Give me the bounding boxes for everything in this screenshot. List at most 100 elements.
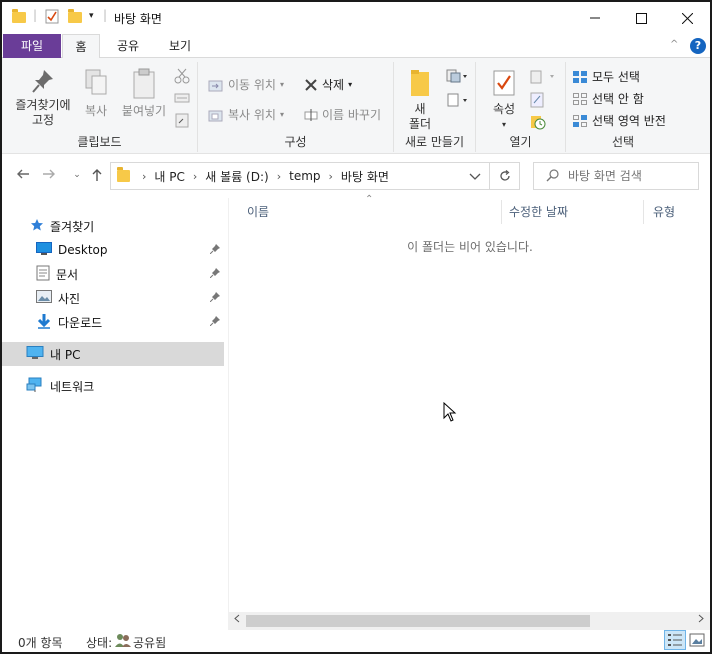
paste-shortcut-icon[interactable] — [174, 112, 190, 131]
pin-quick-access-button[interactable]: 즐겨찾기에 고정 — [8, 68, 78, 128]
properties-label: 속성 — [492, 102, 516, 116]
scroll-right-icon[interactable] — [692, 612, 710, 630]
copy-to-button[interactable]: 복사 위치 ▾ — [208, 106, 284, 123]
select-none-button[interactable]: 선택 안 함 — [572, 90, 644, 107]
sort-ascending-icon: ⌃ — [365, 194, 374, 205]
column-divider[interactable] — [643, 200, 644, 224]
back-button[interactable] — [14, 168, 32, 184]
back-arrow-icon — [17, 169, 29, 179]
select-all-button[interactable]: 모두 선택 — [572, 68, 640, 85]
details-view-button[interactable] — [664, 630, 686, 650]
refresh-button[interactable] — [490, 162, 520, 190]
tab-share[interactable]: 공유 — [108, 34, 148, 58]
recent-locations-icon[interactable]: ⌄ — [68, 170, 86, 180]
delete-button[interactable]: 삭제 ▾ — [304, 76, 352, 93]
help-icon[interactable]: ? — [690, 38, 706, 54]
select-all-icon — [573, 70, 587, 83]
documents-icon — [36, 265, 50, 284]
address-bar[interactable]: › 내 PC › 새 볼륨 (D:) › temp › 바탕 화면 — [110, 162, 490, 190]
search-box[interactable] — [533, 162, 699, 190]
cut-icon[interactable] — [174, 68, 190, 87]
new-folder-button[interactable]: 새 폴더 — [400, 68, 440, 132]
maximize-button[interactable] — [618, 2, 664, 34]
nav-downloads-label: 다운로드 — [58, 315, 103, 330]
ribbon: 즐겨찾기에 고정 복사 붙여넣기 클립보드 이동 위치 ▾ 복사 위치 ▾ 삭제… — [2, 58, 710, 154]
nav-downloads[interactable]: 다운로드 — [2, 310, 224, 334]
new-folder-quick-icon[interactable] — [68, 9, 82, 23]
qa-separator: | — [33, 8, 38, 22]
nav-network[interactable]: 네트워크 — [2, 374, 224, 398]
shared-users-icon — [115, 632, 131, 651]
column-divider[interactable] — [501, 200, 502, 224]
customize-qa-icon[interactable]: ▾ — [89, 11, 94, 21]
column-header-date[interactable]: 수정한 날짜 — [509, 200, 568, 224]
scrollbar-thumb[interactable] — [246, 615, 590, 627]
group-organize: 이동 위치 ▾ 복사 위치 ▾ 삭제 ▾ 이름 바꾸기 구성 — [198, 62, 394, 152]
breadcrumb-desktop[interactable]: 바탕 화면 — [341, 168, 389, 185]
file-list: ⌃ 이름 수정한 날짜 유형 이 폴더는 비어 있습니다. — [228, 194, 710, 612]
rename-icon — [304, 108, 318, 121]
tab-view[interactable]: 보기 — [160, 34, 200, 58]
download-icon — [36, 313, 52, 332]
new-item-icon[interactable] — [446, 68, 468, 87]
easy-access-icon[interactable] — [446, 92, 468, 111]
history-icon[interactable] — [530, 114, 546, 133]
pin-label-2: 고정 — [31, 113, 55, 127]
star-icon — [30, 218, 44, 235]
group-label-new: 새로 만들기 — [404, 135, 464, 149]
nav-documents[interactable]: 문서 — [2, 262, 224, 286]
large-icons-view-button[interactable] — [686, 630, 708, 650]
network-icon — [26, 377, 44, 396]
forward-arrow-icon — [43, 169, 55, 179]
select-none-label: 선택 안 함 — [592, 92, 644, 106]
open-icon[interactable] — [530, 70, 556, 87]
forward-button[interactable] — [40, 168, 58, 184]
rename-button[interactable]: 이름 바꾸기 — [304, 106, 381, 123]
edit-icon[interactable] — [530, 92, 546, 111]
tab-file[interactable]: 파일 — [3, 34, 61, 58]
paste-label: 붙여넣기 — [121, 104, 167, 118]
copy-button[interactable]: 복사 — [76, 68, 116, 119]
tab-home[interactable]: 홈 — [62, 34, 100, 59]
invert-selection-button[interactable]: 선택 영역 반전 — [572, 112, 666, 129]
breadcrumb-temp[interactable]: temp — [289, 169, 320, 183]
collapse-ribbon-icon[interactable]: ^ — [670, 39, 678, 50]
title-separator: | — [103, 8, 108, 22]
window-title: 바탕 화면 — [114, 12, 162, 26]
horizontal-scrollbar[interactable] — [228, 612, 710, 630]
pin-label-1: 즐겨찾기에 — [15, 98, 71, 112]
breadcrumb-volume-d[interactable]: 새 볼륨 (D:) — [205, 168, 268, 185]
properties-icon — [484, 68, 524, 102]
search-input[interactable] — [568, 169, 688, 183]
up-button[interactable] — [88, 168, 106, 186]
pin-icon[interactable] — [209, 243, 220, 257]
properties-button[interactable]: 속성 ▾ — [484, 68, 524, 132]
refresh-icon — [499, 170, 510, 181]
minimize-button[interactable] — [572, 2, 618, 34]
pin-icon[interactable] — [209, 267, 220, 281]
close-button[interactable] — [664, 2, 710, 34]
status-state-label: 상태: — [86, 636, 113, 650]
breadcrumb-this-pc[interactable]: 내 PC — [154, 168, 184, 185]
move-to-dropdown-icon: ▾ — [279, 80, 284, 89]
nav-this-pc[interactable]: 내 PC — [2, 342, 224, 366]
column-header-type[interactable]: 유형 — [653, 200, 675, 224]
properties-quick-icon[interactable] — [45, 8, 59, 24]
delete-dropdown-icon: ▾ — [348, 80, 353, 89]
paste-button[interactable]: 붙여넣기 — [118, 68, 170, 119]
nav-quick-access[interactable]: 즐겨찾기 — [2, 214, 224, 238]
scroll-left-icon[interactable] — [228, 612, 246, 630]
move-to-label: 이동 위치 — [228, 78, 276, 92]
column-header-name[interactable]: 이름 — [247, 200, 269, 224]
pin-icon[interactable] — [209, 291, 220, 305]
copy-path-icon[interactable] — [174, 92, 190, 107]
pin-icon[interactable] — [209, 315, 220, 329]
move-to-button[interactable]: 이동 위치 ▾ — [208, 76, 284, 93]
nav-pictures[interactable]: 사진 — [2, 286, 224, 310]
select-none-icon — [573, 92, 587, 105]
new-folder-label-2: 폴더 — [408, 117, 432, 131]
copy-to-dropdown-icon: ▾ — [279, 110, 284, 119]
address-dropdown-icon[interactable] — [469, 170, 481, 184]
move-to-icon — [208, 80, 223, 91]
nav-desktop[interactable]: Desktop — [2, 238, 224, 262]
